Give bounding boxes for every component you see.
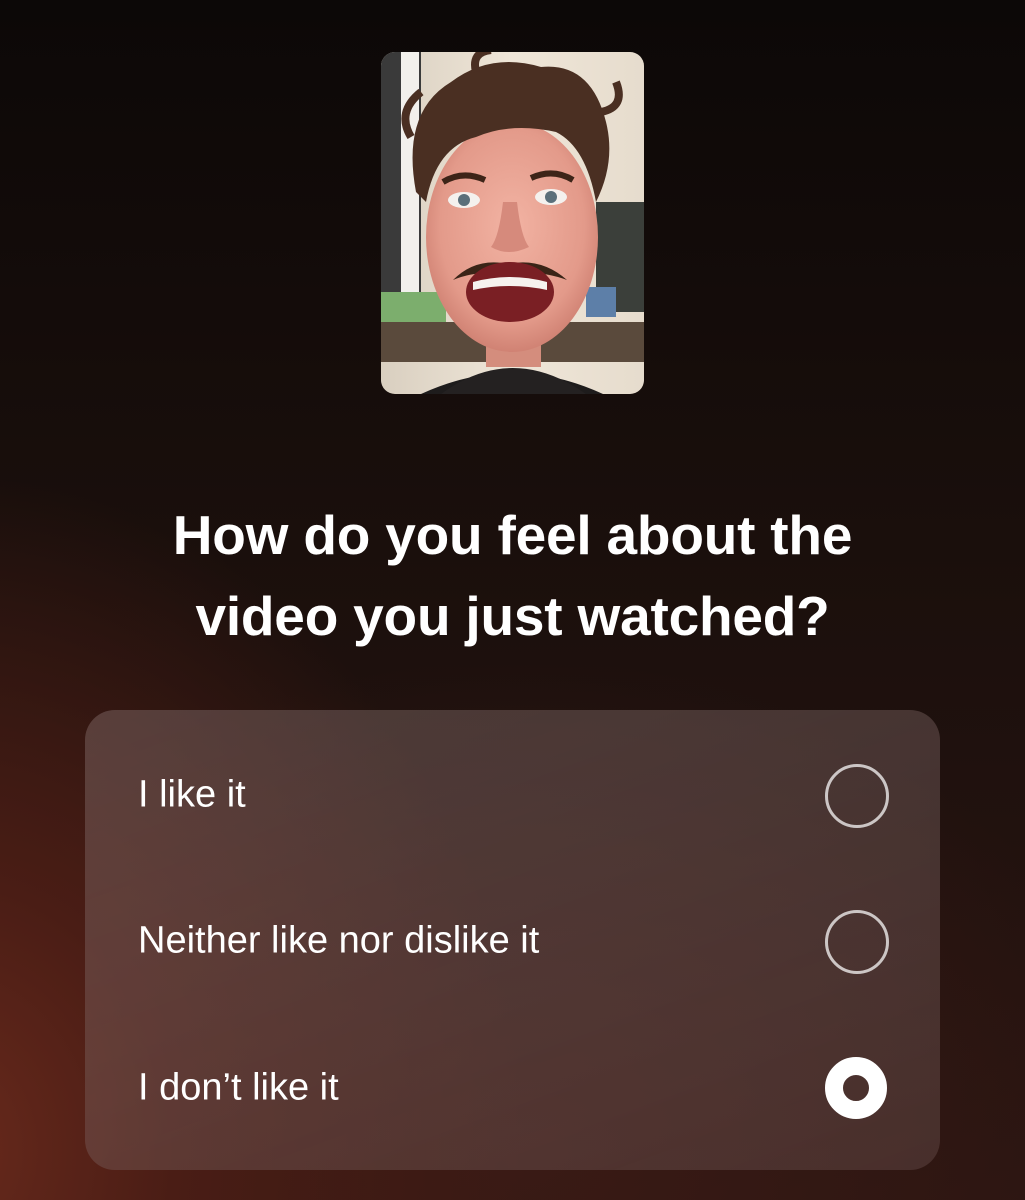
survey-question-line-1: How do you feel about the <box>172 504 853 566</box>
option-neutral[interactable]: Neither like nor dislike it <box>85 868 940 1014</box>
option-dislike-label: I don’t like it <box>138 1066 339 1109</box>
option-dislike[interactable]: I don’t like it <box>85 1015 940 1161</box>
option-neutral-label: Neither like nor dislike it <box>138 919 540 962</box>
radio-selected-icon[interactable] <box>825 1057 887 1119</box>
radio-unselected-icon[interactable] <box>825 910 889 974</box>
video-thumbnail-image <box>381 52 644 394</box>
option-like-label: I like it <box>138 773 246 816</box>
answer-options-card: I like it Neither like nor dislike it I … <box>85 710 940 1170</box>
video-thumbnail <box>381 52 644 394</box>
survey-question: How do you feel about the video you just… <box>60 495 965 657</box>
survey-question-line-2: video you just watched? <box>195 585 830 647</box>
radio-unselected-icon[interactable] <box>825 764 889 828</box>
option-like[interactable]: I like it <box>85 722 940 868</box>
